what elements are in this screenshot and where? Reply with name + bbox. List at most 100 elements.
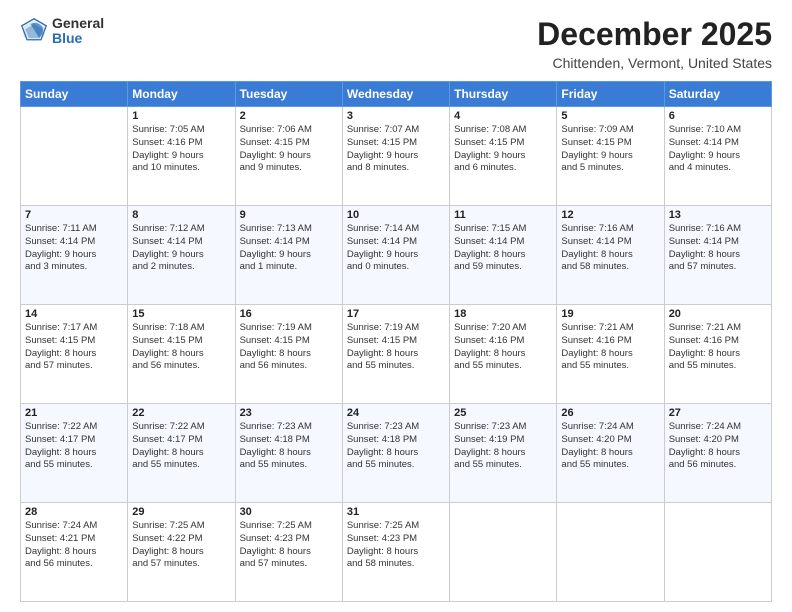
table-row: 26Sunrise: 7:24 AMSunset: 4:20 PMDayligh…	[557, 404, 664, 503]
day-info: Sunrise: 7:18 AM	[132, 322, 230, 335]
day-info: Sunset: 4:14 PM	[669, 137, 767, 150]
header-wednesday: Wednesday	[342, 82, 449, 107]
day-number: 21	[25, 407, 123, 419]
calendar-header-row: Sunday Monday Tuesday Wednesday Thursday…	[21, 82, 772, 107]
day-info: Sunset: 4:14 PM	[454, 236, 552, 249]
calendar-row: 21Sunrise: 7:22 AMSunset: 4:17 PMDayligh…	[21, 404, 772, 503]
day-info: Daylight: 8 hours	[669, 249, 767, 262]
day-info: Sunset: 4:18 PM	[347, 434, 445, 447]
day-info: Sunrise: 7:05 AM	[132, 124, 230, 137]
day-number: 11	[454, 209, 552, 221]
day-info: and 6 minutes.	[454, 162, 552, 175]
day-number: 24	[347, 407, 445, 419]
calendar-row: 1Sunrise: 7:05 AMSunset: 4:16 PMDaylight…	[21, 107, 772, 206]
day-info: Sunrise: 7:23 AM	[240, 421, 338, 434]
table-row: 6Sunrise: 7:10 AMSunset: 4:14 PMDaylight…	[664, 107, 771, 206]
day-info: Sunrise: 7:25 AM	[347, 520, 445, 533]
day-info: Sunset: 4:15 PM	[132, 335, 230, 348]
day-info: Daylight: 8 hours	[454, 348, 552, 361]
day-info: Sunset: 4:14 PM	[240, 236, 338, 249]
day-info: and 55 minutes.	[454, 459, 552, 472]
day-info: Sunset: 4:15 PM	[347, 137, 445, 150]
day-info: Daylight: 8 hours	[240, 447, 338, 460]
day-info: Sunset: 4:14 PM	[25, 236, 123, 249]
header-thursday: Thursday	[450, 82, 557, 107]
day-info: Daylight: 8 hours	[132, 348, 230, 361]
day-number: 26	[561, 407, 659, 419]
day-number: 30	[240, 506, 338, 518]
day-info: Sunrise: 7:10 AM	[669, 124, 767, 137]
day-info: and 57 minutes.	[132, 558, 230, 571]
day-number: 6	[669, 110, 767, 122]
day-info: Sunset: 4:21 PM	[25, 533, 123, 546]
day-info: Sunrise: 7:09 AM	[561, 124, 659, 137]
day-info: Daylight: 8 hours	[669, 348, 767, 361]
day-info: and 10 minutes.	[132, 162, 230, 175]
table-row: 2Sunrise: 7:06 AMSunset: 4:15 PMDaylight…	[235, 107, 342, 206]
day-info: Sunrise: 7:21 AM	[669, 322, 767, 335]
day-number: 9	[240, 209, 338, 221]
day-info: Daylight: 8 hours	[347, 447, 445, 460]
day-info: and 57 minutes.	[25, 360, 123, 373]
table-row: 31Sunrise: 7:25 AMSunset: 4:23 PMDayligh…	[342, 503, 449, 602]
day-info: Sunset: 4:15 PM	[25, 335, 123, 348]
logo-text: General Blue	[52, 16, 104, 47]
day-number: 27	[669, 407, 767, 419]
day-info: Sunrise: 7:25 AM	[132, 520, 230, 533]
day-info: Daylight: 8 hours	[561, 447, 659, 460]
day-info: Daylight: 8 hours	[25, 348, 123, 361]
main-title: December 2025	[537, 16, 772, 53]
day-info: Sunset: 4:14 PM	[669, 236, 767, 249]
table-row: 9Sunrise: 7:13 AMSunset: 4:14 PMDaylight…	[235, 206, 342, 305]
day-info: Daylight: 8 hours	[132, 546, 230, 559]
day-info: and 56 minutes.	[25, 558, 123, 571]
day-number: 18	[454, 308, 552, 320]
day-info: Daylight: 9 hours	[454, 150, 552, 163]
title-block: December 2025 Chittenden, Vermont, Unite…	[537, 16, 772, 71]
day-info: Sunrise: 7:20 AM	[454, 322, 552, 335]
table-row: 8Sunrise: 7:12 AMSunset: 4:14 PMDaylight…	[128, 206, 235, 305]
day-info: and 0 minutes.	[347, 261, 445, 274]
day-info: Sunrise: 7:24 AM	[669, 421, 767, 434]
day-info: Sunrise: 7:23 AM	[454, 421, 552, 434]
day-info: and 4 minutes.	[669, 162, 767, 175]
day-info: Sunrise: 7:12 AM	[132, 223, 230, 236]
day-info: Sunset: 4:16 PM	[669, 335, 767, 348]
table-row: 13Sunrise: 7:16 AMSunset: 4:14 PMDayligh…	[664, 206, 771, 305]
day-number: 13	[669, 209, 767, 221]
table-row	[557, 503, 664, 602]
subtitle: Chittenden, Vermont, United States	[537, 55, 772, 71]
day-info: Daylight: 8 hours	[25, 546, 123, 559]
day-info: Sunset: 4:14 PM	[132, 236, 230, 249]
table-row: 17Sunrise: 7:19 AMSunset: 4:15 PMDayligh…	[342, 305, 449, 404]
day-info: Sunrise: 7:19 AM	[240, 322, 338, 335]
day-number: 3	[347, 110, 445, 122]
table-row: 24Sunrise: 7:23 AMSunset: 4:18 PMDayligh…	[342, 404, 449, 503]
calendar-row: 7Sunrise: 7:11 AMSunset: 4:14 PMDaylight…	[21, 206, 772, 305]
day-info: Sunrise: 7:15 AM	[454, 223, 552, 236]
day-number: 25	[454, 407, 552, 419]
day-info: Daylight: 8 hours	[240, 546, 338, 559]
day-info: and 9 minutes.	[240, 162, 338, 175]
day-number: 19	[561, 308, 659, 320]
day-number: 22	[132, 407, 230, 419]
header-saturday: Saturday	[664, 82, 771, 107]
day-info: Daylight: 8 hours	[347, 546, 445, 559]
day-number: 7	[25, 209, 123, 221]
day-number: 12	[561, 209, 659, 221]
day-info: and 56 minutes.	[669, 459, 767, 472]
day-number: 8	[132, 209, 230, 221]
day-info: Daylight: 8 hours	[132, 447, 230, 460]
day-info: Sunrise: 7:08 AM	[454, 124, 552, 137]
day-number: 5	[561, 110, 659, 122]
day-info: Sunrise: 7:14 AM	[347, 223, 445, 236]
day-info: Daylight: 8 hours	[240, 348, 338, 361]
day-info: and 8 minutes.	[347, 162, 445, 175]
day-info: Sunrise: 7:24 AM	[561, 421, 659, 434]
table-row: 4Sunrise: 7:08 AMSunset: 4:15 PMDaylight…	[450, 107, 557, 206]
day-info: Sunrise: 7:24 AM	[25, 520, 123, 533]
day-info: Sunset: 4:16 PM	[132, 137, 230, 150]
day-info: and 55 minutes.	[561, 360, 659, 373]
table-row: 29Sunrise: 7:25 AMSunset: 4:22 PMDayligh…	[128, 503, 235, 602]
day-info: Daylight: 8 hours	[347, 348, 445, 361]
